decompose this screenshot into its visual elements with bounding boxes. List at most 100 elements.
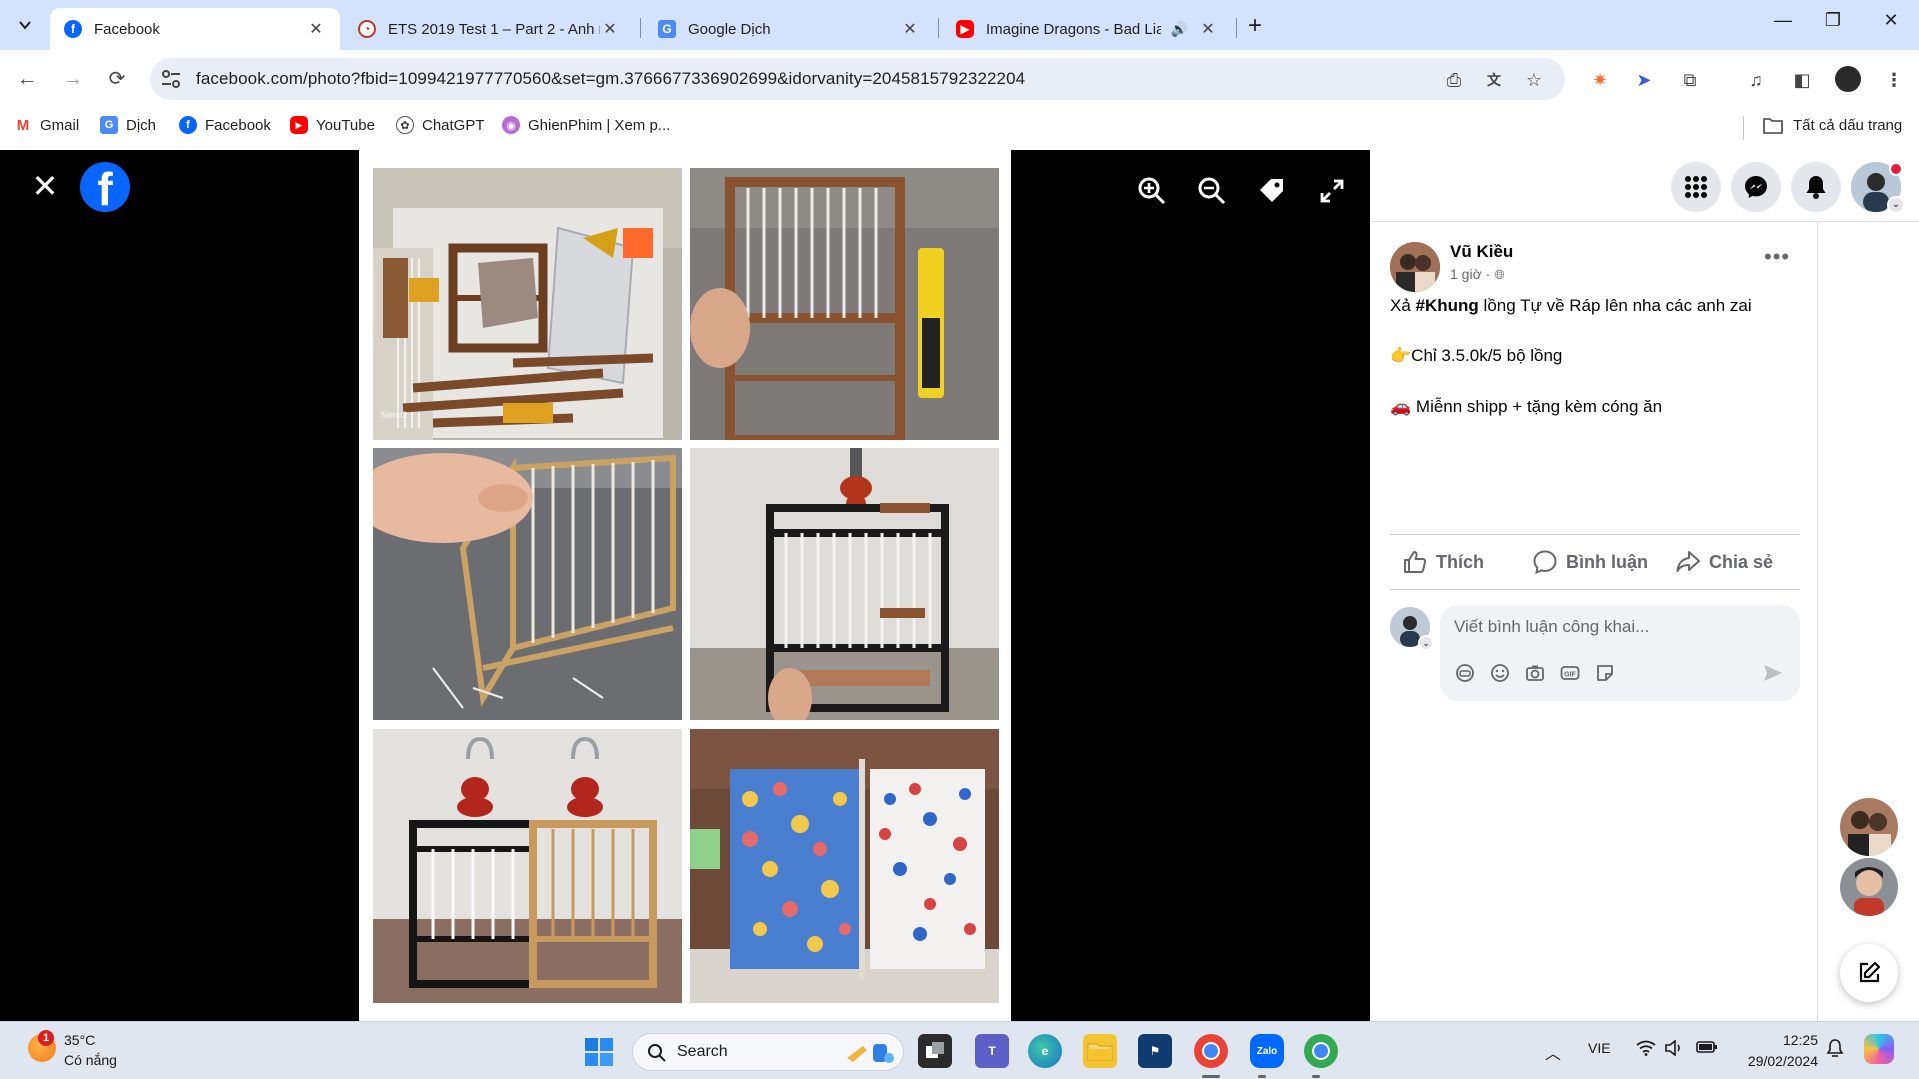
bookmark-dich[interactable]: G Dịch bbox=[100, 116, 156, 134]
close-tab-icon[interactable]: ✕ bbox=[900, 19, 920, 39]
fullscreen-button[interactable] bbox=[1314, 176, 1350, 212]
emoji-icon[interactable] bbox=[1489, 662, 1511, 684]
facebook-logo[interactable]: f bbox=[80, 162, 130, 212]
file-explorer-icon[interactable] bbox=[1083, 1034, 1117, 1068]
side-panel-icon[interactable]: ◧ bbox=[1790, 68, 1814, 92]
profile-avatar[interactable] bbox=[1835, 66, 1861, 92]
app-indicator bbox=[1258, 1075, 1266, 1078]
bookmark-label: Facebook bbox=[205, 116, 271, 134]
close-viewer-button[interactable]: ✕ bbox=[30, 170, 60, 202]
contact-avatar-1[interactable] bbox=[1840, 798, 1898, 856]
bookmark-chatgpt[interactable]: ✿ ChatGPT bbox=[396, 116, 485, 134]
edge-icon[interactable]: e bbox=[1028, 1034, 1062, 1068]
chrome-profile-icon[interactable] bbox=[1304, 1034, 1338, 1068]
extension-sparkle-icon[interactable]: ✷ bbox=[1588, 68, 1612, 92]
extension-cursor-icon[interactable]: ➤ bbox=[1632, 68, 1656, 92]
photo-collage[interactable]: Nenn2 bbox=[359, 150, 1011, 1021]
weather-description[interactable]: Có nắng bbox=[64, 1052, 117, 1068]
teams-icon[interactable]: T bbox=[975, 1034, 1009, 1068]
bell-icon bbox=[1806, 176, 1826, 199]
tag-photo-button[interactable] bbox=[1254, 176, 1290, 212]
extensions-puzzle-icon[interactable]: ⧉ bbox=[1678, 68, 1702, 92]
bookmark-star-icon[interactable]: ☆ bbox=[1522, 68, 1546, 92]
bookmark-gmail[interactable]: M Gmail bbox=[14, 116, 79, 134]
comment-input[interactable]: Viết bình luận công khai... GIF bbox=[1440, 605, 1800, 701]
tab-google-translate[interactable]: G Google Dịch ✕ bbox=[644, 8, 934, 50]
messenger-button[interactable] bbox=[1731, 162, 1781, 212]
site-info-icon[interactable] bbox=[160, 69, 182, 89]
chrome-icon[interactable] bbox=[1194, 1034, 1228, 1068]
chevron-down-icon[interactable]: ⌄ bbox=[1887, 196, 1905, 214]
tab-youtube[interactable]: ▶ Imagine Dragons - Bad Liar 🔊 ✕ bbox=[942, 8, 1232, 50]
zoom-in-button[interactable] bbox=[1134, 176, 1170, 212]
author-avatar[interactable] bbox=[1390, 242, 1440, 292]
new-message-button[interactable] bbox=[1840, 944, 1898, 1002]
comment-button[interactable]: Bình luận bbox=[1532, 549, 1648, 575]
taskbar-search[interactable]: Search bbox=[632, 1033, 904, 1071]
tab-separator bbox=[938, 18, 939, 38]
close-window-button[interactable]: ✕ bbox=[1871, 10, 1911, 31]
bookmark-youtube[interactable]: ▶ YouTube bbox=[290, 116, 375, 134]
new-tab-button[interactable]: + bbox=[1240, 12, 1270, 40]
battery-icon[interactable] bbox=[1696, 1040, 1718, 1057]
clock-date[interactable]: 29/02/2024 bbox=[1734, 1053, 1818, 1069]
forward-button[interactable]: → bbox=[58, 64, 88, 94]
contact-avatar-2[interactable] bbox=[1840, 858, 1898, 916]
gif-icon[interactable]: GIF bbox=[1559, 662, 1581, 684]
share-button[interactable]: Chia sẻ bbox=[1675, 549, 1773, 575]
task-view-icon[interactable] bbox=[918, 1034, 952, 1068]
like-button[interactable]: Thích bbox=[1402, 549, 1484, 575]
cage-parts-photo bbox=[373, 168, 682, 440]
send-icon[interactable] bbox=[1762, 662, 1784, 684]
copilot-icon[interactable] bbox=[1864, 1034, 1894, 1064]
car-icon: 🚗 bbox=[1390, 397, 1412, 416]
close-tab-icon[interactable]: ✕ bbox=[600, 19, 620, 39]
zoom-out-button[interactable] bbox=[1194, 176, 1230, 212]
chevron-up-icon[interactable]: ︿ bbox=[1545, 1040, 1561, 1064]
post-options-button[interactable]: ••• bbox=[1764, 244, 1790, 270]
start-button[interactable] bbox=[584, 1037, 614, 1067]
tab-title: ETS 2019 Test 1 – Part 2 - Anh n bbox=[388, 20, 600, 38]
chrome-menu-icon[interactable]: ⋮ bbox=[1882, 68, 1906, 92]
clock-time[interactable]: 12:25 bbox=[1744, 1032, 1818, 1048]
menu-button[interactable] bbox=[1671, 162, 1721, 212]
bookmark-facebook[interactable]: f Facebook bbox=[179, 116, 271, 134]
restore-button[interactable]: ❐ bbox=[1813, 10, 1853, 31]
url-text[interactable]: facebook.com/photo?fbid=1099421977770560… bbox=[196, 69, 1025, 89]
author-name[interactable]: Vũ Kiều bbox=[1450, 242, 1513, 262]
weather-temperature[interactable]: 35°C bbox=[64, 1032, 95, 1048]
sticker-icon[interactable] bbox=[1594, 662, 1616, 684]
bookmark-label: ChatGPT bbox=[422, 116, 485, 134]
close-tab-icon[interactable]: ✕ bbox=[1198, 19, 1218, 39]
volume-icon[interactable] bbox=[1664, 1039, 1684, 1059]
reload-button[interactable]: ⟳ bbox=[102, 64, 132, 94]
camera-icon[interactable] bbox=[1524, 662, 1546, 684]
zalo-icon[interactable]: Zalo bbox=[1250, 1034, 1284, 1068]
translate-favicon-icon: G bbox=[658, 20, 676, 38]
media-controls-icon[interactable]: ♫ bbox=[1744, 68, 1768, 92]
bookmark-ghienphim[interactable]: ◉ GhienPhim | Xem p... bbox=[502, 116, 670, 134]
tab-search-button[interactable] bbox=[10, 10, 40, 40]
address-bar[interactable]: facebook.com/photo?fbid=1099421977770560… bbox=[150, 58, 1565, 100]
wifi-icon[interactable] bbox=[1636, 1040, 1656, 1059]
all-bookmarks-folder[interactable]: Tất cả dấu trang bbox=[1763, 116, 1902, 134]
close-tab-icon[interactable]: ✕ bbox=[306, 19, 326, 39]
install-app-icon[interactable]: ⎙ bbox=[1442, 68, 1466, 92]
tab-facebook[interactable]: f Facebook ✕ bbox=[50, 8, 340, 50]
avatar-sticker-icon[interactable] bbox=[1454, 662, 1476, 684]
zoom-in-icon bbox=[1138, 177, 1166, 205]
tab-ets[interactable]: ◔ ETS 2019 Test 1 – Part 2 - Anh n ✕ bbox=[344, 8, 634, 50]
notifications-tray-icon[interactable] bbox=[1826, 1038, 1844, 1061]
notifications-button[interactable] bbox=[1791, 162, 1841, 212]
tab-title: Facebook bbox=[94, 20, 160, 38]
post-text-line-3: 🚗 Miễnn shipp + tặng kèm cóng ăn bbox=[1390, 397, 1662, 417]
audio-playing-icon[interactable]: 🔊 bbox=[1171, 21, 1188, 38]
back-button[interactable]: ← bbox=[12, 64, 42, 94]
minimize-button[interactable]: — bbox=[1763, 10, 1803, 31]
hashtag-link[interactable]: #Khung bbox=[1416, 296, 1479, 315]
language-indicator[interactable]: VIE bbox=[1588, 1040, 1611, 1056]
app-store-icon[interactable]: ⚑ bbox=[1138, 1034, 1172, 1068]
post-time[interactable]: 1 giờ bbox=[1450, 266, 1482, 282]
translate-page-icon[interactable]: 文 bbox=[1482, 68, 1506, 92]
chevron-down-icon[interactable]: ⌄ bbox=[1418, 635, 1434, 651]
